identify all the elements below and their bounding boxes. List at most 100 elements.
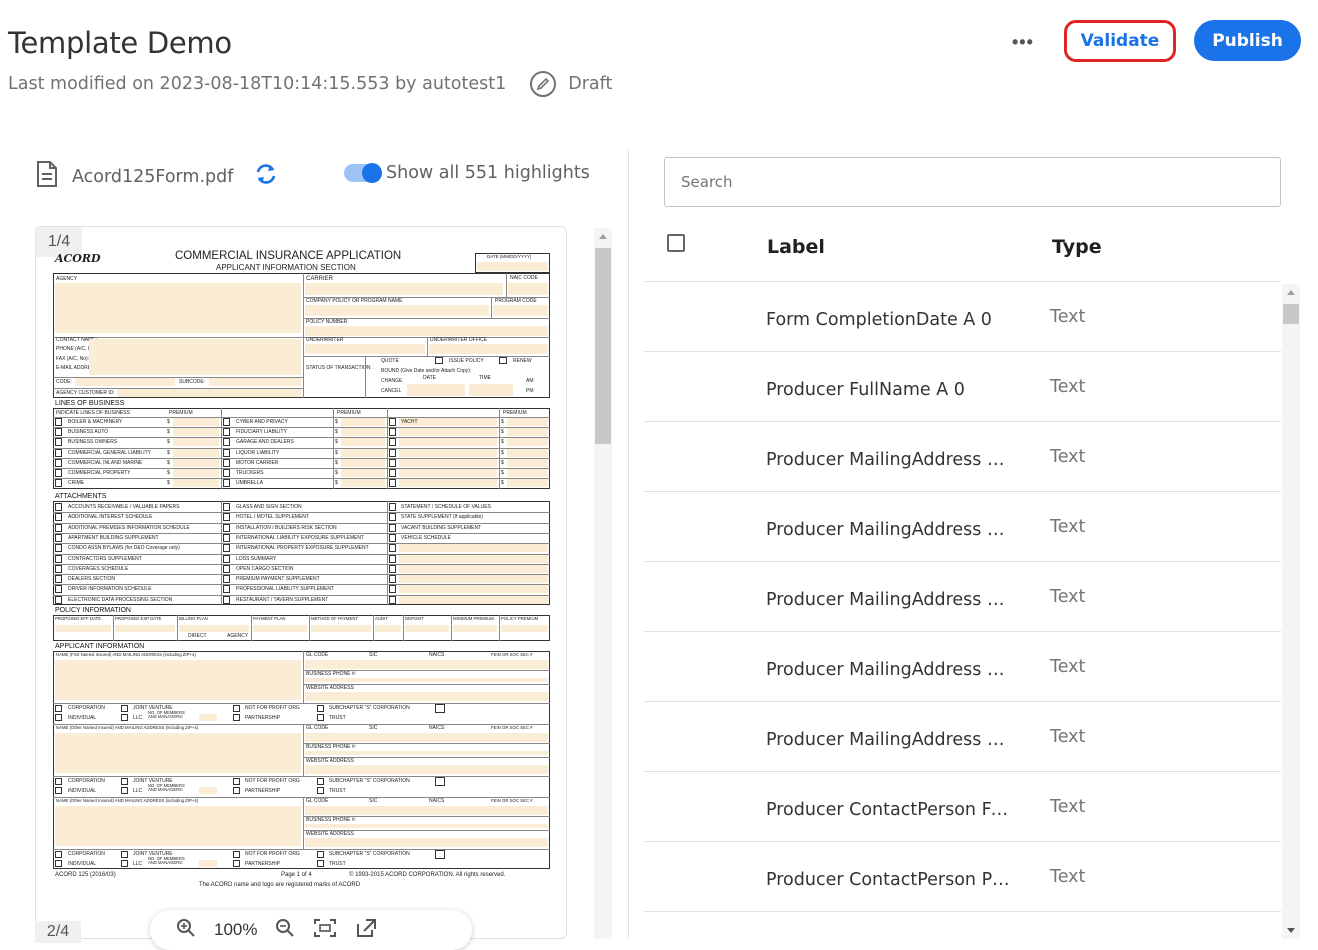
more-options-icon[interactable]: •••: [1012, 32, 1034, 53]
pdf-field: [341, 438, 385, 447]
table-row[interactable]: Form CompletionDate A 0 Text: [644, 282, 1281, 352]
pdf-checkbox: [389, 595, 396, 604]
pdf-checkbox: [55, 503, 62, 511]
pdf-text: PAYMENT PLAN: [253, 616, 286, 621]
column-header-type[interactable]: Type: [1052, 236, 1102, 258]
field-label: Producer MailingAddress LineOne A 0: [766, 450, 1014, 470]
field-list: Form CompletionDate A 0 Text Producer Full…: [644, 282, 1281, 912]
pdf-field: [305, 692, 548, 701]
pdf-checkbox: [389, 458, 396, 467]
pdf-text: ADDITIONAL INTEREST SCHEDULE: [68, 514, 153, 521]
table-row[interactable]: Producer MailingAddress StateOrProvinceC…: [644, 632, 1281, 702]
publish-button[interactable]: Publish: [1194, 20, 1301, 61]
pdf-field: [507, 448, 548, 457]
pdf-checkbox: [55, 418, 62, 426]
pdf-field: [405, 625, 449, 632]
field-label: Producer FullName A 0: [766, 380, 965, 400]
pdf-field: [305, 678, 548, 682]
pdf-field: [341, 479, 385, 488]
pdf-checkbox: [223, 469, 230, 477]
pdf-text: CORPORATION: [68, 778, 105, 784]
pdf-text: $: [501, 439, 504, 446]
pdf-text: UMBRELLA: [236, 480, 263, 487]
pdf-field: [55, 733, 301, 773]
pdf-text: MINIMUM PREMIUM: [453, 616, 494, 621]
table-row[interactable]: Producer MailingAddress LineOne A 0 Text: [644, 422, 1281, 492]
pdf-text: TRUST: [329, 715, 346, 721]
validate-button[interactable]: Validate: [1064, 20, 1176, 62]
field-type: Text: [1050, 657, 1086, 677]
pdf-text: SIC: [369, 725, 378, 731]
column-header-label[interactable]: Label: [767, 236, 825, 258]
pdf-field: [305, 733, 548, 742]
pdf-text: $: [501, 480, 504, 487]
pdf-text: YACHT: [401, 419, 418, 425]
search-input[interactable]: [664, 157, 1281, 207]
pdf-text: NOT FOR PROFIT ORG: [245, 851, 300, 857]
pdf-field: [399, 554, 548, 563]
pdf-text: GLASS AND SIGN SECTION: [236, 504, 302, 510]
pdf-checkbox: [389, 544, 396, 553]
field-label: Form CompletionDate A 0: [766, 310, 992, 330]
sync-icon[interactable]: [253, 162, 279, 191]
table-row[interactable]: Producer ContactPerson FullName A 0 Text: [644, 772, 1281, 842]
edit-icon[interactable]: [530, 71, 557, 97]
pdf-text: CYBER AND PRIVACY: [236, 419, 288, 425]
table-row[interactable]: Producer MailingAddress CityName A 0 Text: [644, 562, 1281, 632]
field-list-scrollbar[interactable]: [1282, 284, 1300, 939]
pdf-checkbox: [55, 533, 62, 542]
pdf-checkbox: [389, 533, 396, 542]
pdf-text: NAME (Other Named Insured) AND MAILING A…: [56, 798, 199, 803]
document-icon: [36, 160, 58, 193]
pdf-field: [501, 625, 548, 632]
pdf-checkbox: [233, 860, 240, 867]
table-row[interactable]: Producer MailingAddress LineTwo A 0 Text: [644, 492, 1281, 562]
pdf-text: RESTAURANT / TAVERN SUPPLEMENT: [236, 596, 329, 603]
pdf-text: SUBCHAPTER "S" CORPORATION: [329, 778, 410, 784]
pdf-checkbox: [389, 554, 396, 563]
pdf-viewer[interactable]: 1/4 ACORD COMMERCIAL INSURANCE APPLICATI…: [35, 226, 567, 939]
pdf-checkbox: [55, 851, 62, 858]
pdf-checkbox: [55, 544, 62, 553]
pdf-line: [53, 522, 550, 524]
pdf-field: [507, 438, 548, 447]
highlights-toggle[interactable]: [344, 163, 382, 183]
pdf-field: [399, 448, 497, 457]
pdf-checkbox: [121, 787, 128, 794]
pdf-checkbox: [55, 595, 62, 604]
pdf-text: INDIVIDUAL: [68, 861, 97, 867]
pdf-checkbox: [55, 428, 62, 437]
pdf-field: [199, 714, 217, 721]
field-label: Producer ContactPerson PhoneNumber A 0: [766, 870, 1014, 890]
pdf-text: $: [335, 429, 338, 436]
pdf-checkbox: [389, 418, 396, 426]
select-all-checkbox[interactable]: [667, 234, 685, 252]
form-subtitle: APPLICANT INFORMATION SECTION: [216, 263, 356, 272]
pdf-text: BILLING PLAN: [179, 616, 208, 621]
pdf-checkbox: [223, 418, 230, 426]
pdf-checkbox: [55, 438, 62, 447]
pdf-text: FIDUCIARY LIABILITY: [236, 429, 287, 436]
pdf-field: [341, 458, 385, 467]
pdf-field: [115, 625, 175, 632]
pdf-field: [399, 595, 548, 604]
pdf-field: [305, 751, 548, 755]
table-row[interactable]: Producer FullName A 0 Text: [644, 352, 1281, 422]
pdf-scrollbar[interactable]: [594, 228, 612, 939]
pdf-line: [177, 615, 178, 641]
pdf-checkbox: [223, 544, 230, 553]
pdf-text: GARAGE AND DEALERS: [236, 439, 294, 446]
pdf-line: [373, 615, 374, 641]
pdf-field: [173, 418, 219, 426]
pdf-checkbox: [55, 479, 62, 488]
pdf-text: VEHICLE SCHEDULE: [401, 534, 452, 541]
pdf-checkbox: [389, 513, 396, 522]
pdf-checkbox: [223, 438, 230, 447]
pdf-text: LIQUOR LIABILITY: [236, 449, 280, 456]
pdf-text: $: [167, 449, 170, 456]
field-label: Producer MailingAddress StateOrProvinceC…: [766, 660, 1014, 680]
pdf-field: [55, 806, 301, 846]
table-row[interactable]: Producer MailingAddress PostalCode A 0 Te…: [644, 702, 1281, 772]
table-row[interactable]: Producer ContactPerson PhoneNumber A 0 Te…: [644, 842, 1281, 912]
pdf-checkbox: [223, 428, 230, 437]
